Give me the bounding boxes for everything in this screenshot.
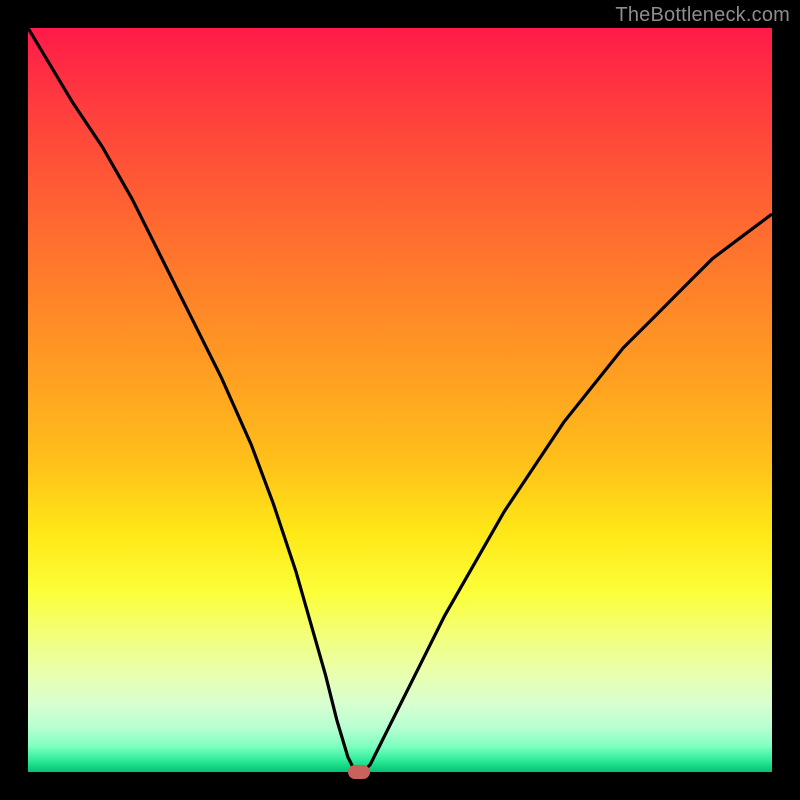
plot-area [28,28,772,772]
curve-path [28,28,772,772]
bottleneck-curve [28,28,772,772]
chart-frame: TheBottleneck.com [0,0,800,800]
optimal-marker [348,765,370,779]
watermark-text: TheBottleneck.com [615,4,790,27]
